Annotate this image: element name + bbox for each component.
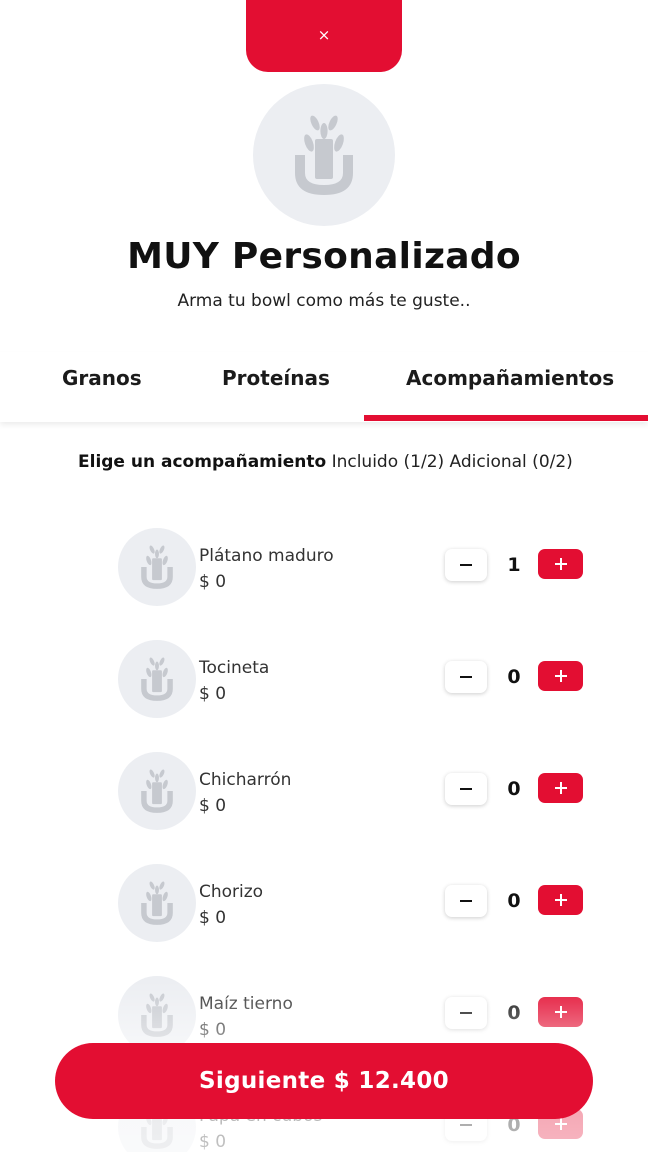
plus-icon: [554, 670, 567, 682]
list-item: Tocineta $ 0 0: [118, 640, 588, 720]
list-item: Chicharrón $ 0 0: [118, 752, 588, 832]
bowl-sprout-icon: [295, 115, 353, 195]
item-image-placeholder: [118, 752, 196, 830]
minus-icon: [460, 1011, 472, 1015]
bowl-sprout-icon: [141, 769, 173, 813]
item-name: Plátano maduro: [199, 546, 334, 566]
increase-button[interactable]: [538, 773, 583, 803]
minus-icon: [460, 563, 472, 567]
decrease-button[interactable]: [445, 661, 487, 693]
increase-button[interactable]: [538, 885, 583, 915]
decrease-button[interactable]: [445, 885, 487, 917]
item-name: Maíz tierno: [199, 994, 293, 1014]
item-name: Chicharrón: [199, 770, 292, 790]
decrease-button[interactable]: [445, 549, 487, 581]
category-tabs: Granos Proteínas Acompañamientos: [0, 352, 648, 422]
item-quantity: 0: [507, 778, 521, 800]
bowl-sprout-icon: [141, 881, 173, 925]
increase-button[interactable]: [538, 549, 583, 579]
section-heading: Elige un acompañamiento Incluido (1/2) A…: [78, 452, 573, 472]
active-tab-indicator: [364, 415, 648, 421]
item-name: Tocineta: [199, 658, 270, 678]
product-image-placeholder: [253, 84, 395, 226]
tab-proteinas[interactable]: Proteínas: [222, 366, 330, 390]
increase-button[interactable]: [538, 661, 583, 691]
item-quantity: 1: [507, 554, 521, 576]
list-item: Chorizo $ 0 0: [118, 864, 588, 944]
plus-icon: [554, 894, 567, 906]
item-name: Chorizo: [199, 882, 264, 902]
plus-icon: [554, 1118, 567, 1130]
item-quantity: 0: [507, 666, 521, 688]
minus-icon: [460, 1123, 472, 1127]
item-price: $ 0: [199, 572, 227, 592]
bowl-sprout-icon: [141, 993, 173, 1037]
minus-icon: [460, 899, 472, 903]
included-count: Incluido (1/2): [331, 452, 445, 472]
close-button[interactable]: ×: [246, 0, 402, 72]
bowl-sprout-icon: [141, 657, 173, 701]
minus-icon: [460, 787, 472, 791]
section-title: Elige un acompañamiento: [78, 452, 327, 472]
item-price: $ 0: [199, 796, 227, 816]
tab-acompanamientos[interactable]: Acompañamientos: [406, 366, 614, 390]
plus-icon: [554, 782, 567, 794]
additional-count: Adicional (0/2): [449, 452, 573, 472]
plus-icon: [554, 1006, 567, 1018]
item-quantity: 0: [507, 890, 521, 912]
item-quantity: 0: [507, 1002, 521, 1024]
item-price: $ 0: [199, 908, 227, 928]
minus-icon: [460, 675, 472, 679]
item-image-placeholder: [118, 864, 196, 942]
decrease-button[interactable]: [445, 997, 487, 1029]
item-image-placeholder: [118, 640, 196, 718]
item-image-placeholder: [118, 528, 196, 606]
item-price: $ 0: [199, 684, 227, 704]
plus-icon: [554, 558, 567, 570]
item-price: $ 0: [199, 1132, 227, 1152]
page-subtitle: Arma tu bowl como más te guste..: [177, 291, 471, 311]
page-title: MUY Personalizado: [127, 236, 521, 277]
next-button[interactable]: Siguiente $ 12.400: [55, 1043, 593, 1119]
decrease-button[interactable]: [445, 773, 487, 805]
close-icon: ×: [317, 26, 331, 44]
list-item: Plátano maduro $ 0 1: [118, 528, 588, 608]
increase-button[interactable]: [538, 997, 583, 1027]
tab-granos[interactable]: Granos: [62, 366, 142, 390]
bowl-sprout-icon: [141, 545, 173, 589]
item-price: $ 0: [199, 1020, 227, 1040]
